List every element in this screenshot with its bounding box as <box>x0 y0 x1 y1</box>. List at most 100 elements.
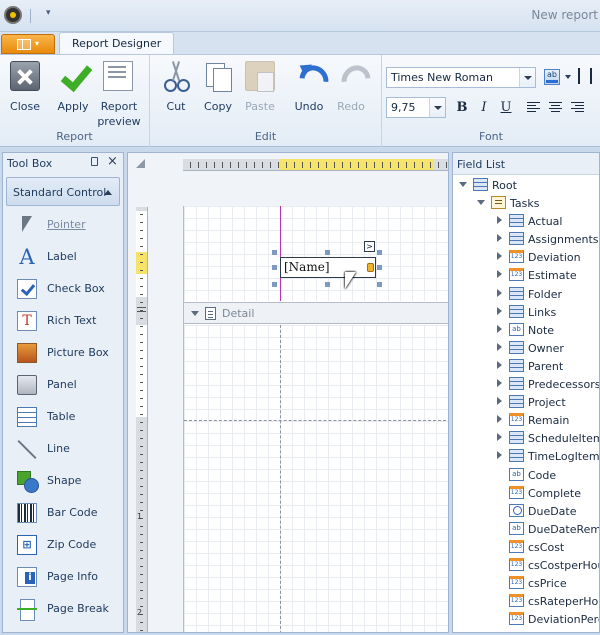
tree-node-field[interactable]: DueDateRemin <box>453 520 599 538</box>
toolbox-item-zip-code[interactable]: ⊞ Zip Code <box>3 529 123 561</box>
chevron-right-icon[interactable] <box>495 270 503 279</box>
close-icon[interactable]: × <box>107 154 118 169</box>
close-button[interactable]: Close <box>2 59 48 125</box>
chevron-right-icon[interactable] <box>495 433 503 442</box>
name-field-control[interactable]: [Name] <box>280 257 376 278</box>
tree-node-field[interactable]: Parent <box>453 357 599 375</box>
chevron-right-icon[interactable] <box>495 379 503 388</box>
toolbox-item-rich-text[interactable]: T Rich Text <box>3 305 123 337</box>
cut-button[interactable]: Cut <box>153 59 199 125</box>
tree-node-tasks[interactable]: Tasks <box>453 194 599 212</box>
toolbox-item-line[interactable]: Line <box>3 433 123 465</box>
tree-node-field[interactable]: Owner <box>453 339 599 357</box>
toolbox-item-check-box[interactable]: Check Box <box>3 273 123 305</box>
chevron-down-icon[interactable] <box>429 98 445 117</box>
chevron-right-icon[interactable] <box>495 234 503 243</box>
chevron-right-icon[interactable] <box>495 415 503 424</box>
toolbox-item-table[interactable]: Table <box>3 401 123 433</box>
chevron-right-icon[interactable] <box>495 216 503 225</box>
tree-node-field[interactable]: ScheduleItems <box>453 429 599 447</box>
italic-button[interactable]: I <box>474 98 494 118</box>
resize-handle[interactable] <box>272 282 277 287</box>
redo-button-label: Redo <box>337 100 365 113</box>
resize-handle[interactable] <box>272 250 277 255</box>
tree-node-field[interactable]: Deviation <box>453 248 599 266</box>
toolbox-item-picture-box[interactable]: Picture Box <box>3 337 123 369</box>
toolbox-item-page-info[interactable]: Page Info <box>3 561 123 593</box>
tree-node-field[interactable]: csCost <box>453 538 599 556</box>
tree-node-root[interactable]: Root <box>453 176 599 194</box>
redo-button[interactable]: Redo <box>328 59 374 125</box>
apply-button[interactable]: Apply <box>50 59 96 125</box>
chevron-down-icon[interactable] <box>459 180 467 188</box>
tree-node-label: Note <box>528 323 555 337</box>
paste-button[interactable]: Paste <box>237 59 283 125</box>
resize-handle[interactable] <box>325 282 330 287</box>
tree-node-field[interactable]: csCostperHour <box>453 556 599 574</box>
resize-handle[interactable] <box>377 250 382 255</box>
tree-node-field[interactable]: Links <box>453 303 599 321</box>
pin-icon[interactable] <box>91 157 98 166</box>
tree-node-field[interactable]: Estimate <box>453 266 599 284</box>
chevron-right-icon[interactable] <box>495 306 503 315</box>
chevron-right-icon[interactable] <box>495 342 503 351</box>
tree-node-field[interactable]: csRateperHour <box>453 592 599 610</box>
chevron-down-icon[interactable] <box>191 311 199 316</box>
font-size-combo[interactable]: 9,75 <box>386 97 446 118</box>
report-preview-button[interactable]: Report preview <box>95 59 143 128</box>
smart-tag-button[interactable]: > <box>364 241 375 252</box>
tree-node-field[interactable]: csPrice <box>453 574 599 592</box>
tree-node-field[interactable]: Project <box>453 393 599 411</box>
quick-access-dropdown-icon[interactable]: ▾ <box>46 8 51 18</box>
tree-node-field[interactable]: DueDate <box>453 502 599 520</box>
toolbox-category-standard-control[interactable]: Standard Control <box>6 177 120 206</box>
chevron-right-icon[interactable] <box>495 288 503 297</box>
font-name-combo[interactable]: Times New Roman <box>386 67 536 88</box>
resize-handle[interactable] <box>325 250 330 255</box>
tree-node-field[interactable]: Code <box>453 466 599 484</box>
tree-node-field[interactable]: Folder <box>453 285 599 303</box>
toolbox-item-shape[interactable]: Shape <box>3 465 123 497</box>
tree-node-field[interactable]: DeviationPerce <box>453 610 599 628</box>
borders-icon[interactable] <box>578 68 592 84</box>
resize-handle[interactable] <box>377 265 382 270</box>
chevron-right-icon[interactable] <box>495 451 503 460</box>
toolbox-item-label-control[interactable]: A Label <box>3 241 123 273</box>
chevron-right-icon[interactable] <box>495 252 503 261</box>
bold-button[interactable]: B <box>452 98 472 118</box>
tree-node-field[interactable]: Assignments <box>453 230 599 248</box>
align-right-icon[interactable] <box>571 102 584 113</box>
toolbox-item-panel[interactable]: Panel <box>3 369 123 401</box>
chevron-down-icon[interactable] <box>477 198 485 206</box>
chevron-right-icon[interactable] <box>495 397 503 406</box>
toolbox-item-bar-code[interactable]: Bar Code <box>3 497 123 529</box>
tree-node-field[interactable]: Complete <box>453 484 599 502</box>
chevron-down-icon[interactable] <box>565 75 571 79</box>
chevron-right-icon[interactable] <box>495 324 503 333</box>
app-logo-icon[interactable] <box>4 6 22 24</box>
resize-handle[interactable] <box>272 265 277 270</box>
toolbox-item-pointer[interactable]: Pointer <box>3 209 123 241</box>
underline-button[interactable]: U <box>496 98 516 118</box>
band-splitter-handle[interactable] <box>137 307 146 312</box>
detail-band-header[interactable]: Detail <box>184 302 448 324</box>
font-color-button[interactable]: ab <box>544 69 560 85</box>
tab-report-designer[interactable]: Report Designer <box>59 32 175 54</box>
report-page[interactable]: [Name] > Detail <box>183 206 448 632</box>
detail-band[interactable] <box>184 325 448 632</box>
tree-node-field[interactable]: Predecessors <box>453 375 599 393</box>
application-menu-button[interactable]: ▾ <box>1 34 55 54</box>
report-header-band[interactable] <box>184 206 448 301</box>
chevron-right-icon[interactable] <box>495 360 503 369</box>
tree-node-field[interactable]: Actual <box>453 212 599 230</box>
toolbox-item-page-break[interactable]: Page Break <box>3 593 123 625</box>
align-left-icon[interactable] <box>527 102 540 113</box>
tree-node-field[interactable]: Note <box>453 321 599 339</box>
chevron-down-icon[interactable] <box>519 68 535 87</box>
undo-button[interactable]: Undo <box>286 59 332 125</box>
copy-button[interactable]: Copy <box>195 59 241 125</box>
tree-node-field[interactable]: TimeLogItems <box>453 447 599 465</box>
resize-handle[interactable] <box>377 282 382 287</box>
tree-node-field[interactable]: Remain <box>453 411 599 429</box>
align-center-icon[interactable] <box>549 102 562 113</box>
